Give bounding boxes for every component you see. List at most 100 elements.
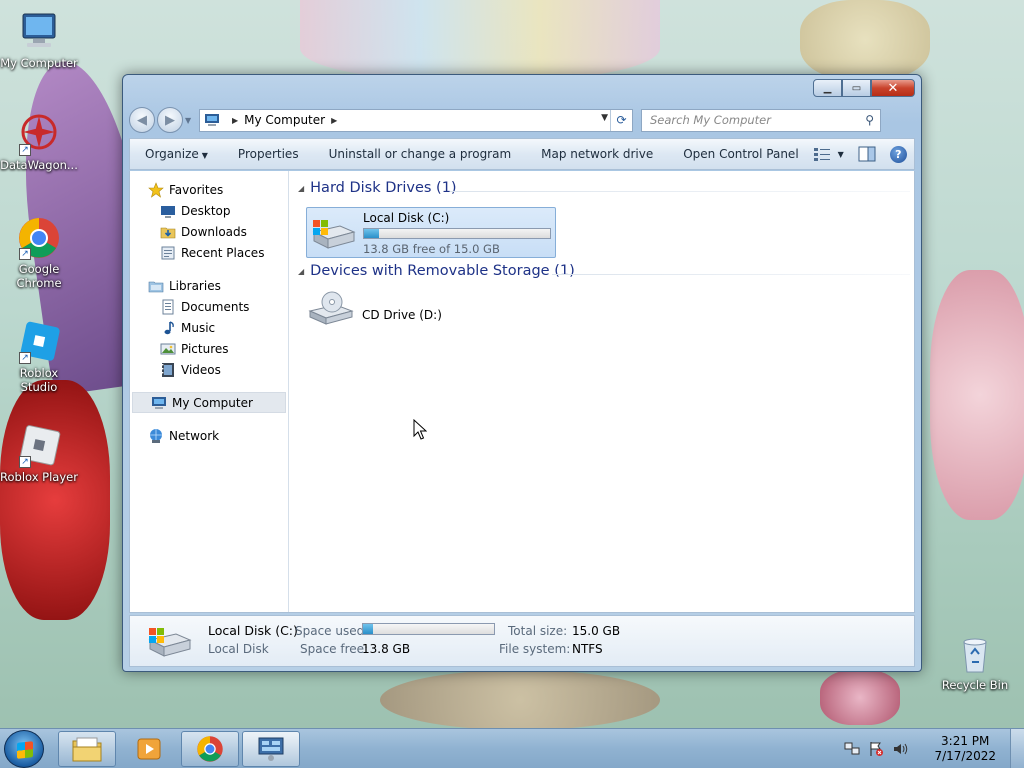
address-bar[interactable]: ▶ My Computer ▶ ▼ ⟳ [199,108,633,132]
section-title: Hard Disk Drives (1) [310,180,457,196]
drive-local-disk-c[interactable]: Local Disk (C:) 13.8 GB free of 15.0 GB [306,207,556,258]
details-drive-type: Local Disk [208,642,269,656]
clock[interactable]: 3:21 PM 7/17/2022 [934,734,996,764]
taskbar-control-panel[interactable] [242,731,300,767]
organize-label: Organize [145,147,199,161]
organize-button[interactable]: Organize ▼ [130,147,223,161]
nav-pictures[interactable]: Pictures [130,338,288,359]
space-used-fill [363,624,374,634]
close-button[interactable]: ✕ [871,79,915,97]
desktop-icon-label: Roblox Studio [19,366,59,394]
shortcut-arrow-icon: ↗ [19,144,31,156]
nav-my-computer[interactable]: My Computer [132,392,286,413]
caption-buttons: ▁ ▭ ✕ [813,79,915,97]
roblox-studio-icon: ↗ [17,320,61,364]
maximize-button[interactable]: ▭ [842,79,871,97]
nav-label: Libraries [169,278,221,293]
nav-favorites[interactable]: Favorites [130,179,288,200]
chrome-icon [197,736,223,762]
nav-music[interactable]: Music [130,317,288,338]
downloads-folder-icon [160,224,176,240]
shortcut-arrow-icon: ↗ [19,456,31,468]
nav-videos[interactable]: Videos [130,359,288,380]
desktop-icon-my-computer[interactable]: My Computer [0,10,78,70]
libraries-icon [148,278,164,294]
properties-button[interactable]: Properties [223,147,314,161]
hard-drive-icon [312,220,356,249]
desktop-icon-datawagon[interactable]: ↗ DataWagon... [0,112,78,172]
shortcut-arrow-icon: ↗ [19,352,31,364]
section-removable-storage[interactable]: ◢ Devices with Removable Storage (1) [298,263,575,279]
breadcrumb-chevron-icon[interactable]: ▶ [331,116,337,125]
action-center-flag-icon[interactable] [868,741,884,757]
forward-button[interactable]: ▶ [157,107,183,133]
section-divider [450,191,910,192]
change-view-button[interactable]: ▼ [813,147,844,161]
computer-small-icon [205,114,219,126]
wallpaper-ground [380,670,660,730]
taskbar-media-player[interactable] [120,731,178,767]
refresh-button[interactable]: ⟳ [610,109,632,131]
desktop-icon-label: Google Chrome [16,262,62,290]
desktop-icon-roblox-studio[interactable]: ↗ Roblox Studio [0,320,78,394]
chrome-icon: ↗ [17,216,61,260]
nav-label: Recent Places [181,245,265,260]
taskbar-chrome[interactable] [181,731,239,767]
search-icon[interactable]: ⚲ [865,113,874,127]
section-hard-disk-drives[interactable]: ◢ Hard Disk Drives (1) [298,180,457,196]
volume-icon[interactable] [892,741,908,757]
map-network-drive-button[interactable]: Map network drive [526,147,668,161]
space-used-label: Space used: [295,624,369,638]
network-tray-icon[interactable] [844,741,860,757]
details-pane: Local Disk (C:) Local Disk Space used: S… [129,615,915,667]
shortcut-arrow-icon: ↗ [19,248,31,260]
drive-name: Local Disk (C:) [363,211,450,225]
nav-libraries[interactable]: Libraries [130,275,288,296]
desktop-folder-icon [160,203,176,219]
cd-drive-icon [308,291,354,325]
taskbar-explorer[interactable] [58,731,116,767]
start-button[interactable] [4,730,44,768]
nav-label: Videos [181,362,221,377]
space-free-value: 13.8 GB [362,642,411,656]
drive-free-space: 13.8 GB free of 15.0 GB [363,242,500,256]
drive-usage-bar [363,228,551,239]
nav-downloads[interactable]: Downloads [130,221,288,242]
wallpaper-leaf [930,270,1024,520]
open-control-panel-button[interactable]: Open Control Panel [668,147,813,161]
nav-network[interactable]: Network [130,425,288,446]
breadcrumb-my-computer[interactable]: My Computer [244,113,325,127]
file-system-label: File system: [499,642,571,656]
section-divider [552,274,910,275]
minimize-button[interactable]: ▁ [813,79,842,97]
uninstall-button[interactable]: Uninstall or change a program [314,147,527,161]
address-dropdown-icon[interactable]: ▼ [601,113,608,123]
recent-pages-dropdown[interactable]: ▼ [185,116,195,125]
folder-icon [72,737,102,762]
datawagon-icon: ↗ [17,112,61,156]
wallpaper-rainbow [300,0,660,80]
desktop-icon-roblox-player[interactable]: ↗ Roblox Player [0,424,78,484]
address-row: ◀ ▶ ▼ ▶ My Computer ▶ ▼ ⟳ Search My Comp… [129,107,915,133]
back-button[interactable]: ◀ [129,107,155,133]
explorer-window: ▁ ▭ ✕ ◀ ▶ ▼ ▶ My Computer ▶ ▼ ⟳ Search M… [122,74,922,672]
desktop-icon-google-chrome[interactable]: ↗ Google Chrome [0,216,78,290]
file-system-value: NTFS [572,642,603,656]
breadcrumb-chevron-icon[interactable]: ▶ [232,116,238,125]
taskbar: 3:21 PM 7/17/2022 [0,728,1024,768]
nav-recent-places[interactable]: Recent Places [130,242,288,263]
nav-desktop[interactable]: Desktop [130,200,288,221]
preview-pane-icon[interactable] [858,146,876,162]
nav-label: Documents [181,299,250,314]
network-icon [148,428,164,444]
nav-documents[interactable]: Documents [130,296,288,317]
recent-places-icon [160,245,176,261]
search-input[interactable]: Search My Computer ⚲ [641,108,881,132]
navigation-pane: Favorites Desktop Downloads Recent Place… [130,171,289,612]
desktop-icon-recycle-bin[interactable]: Recycle Bin [936,632,1014,692]
view-icon [813,148,830,161]
help-icon[interactable]: ? [889,145,907,163]
show-desktop-button[interactable] [1010,729,1024,768]
nav-label: Desktop [181,203,231,218]
control-panel-icon [258,737,284,761]
